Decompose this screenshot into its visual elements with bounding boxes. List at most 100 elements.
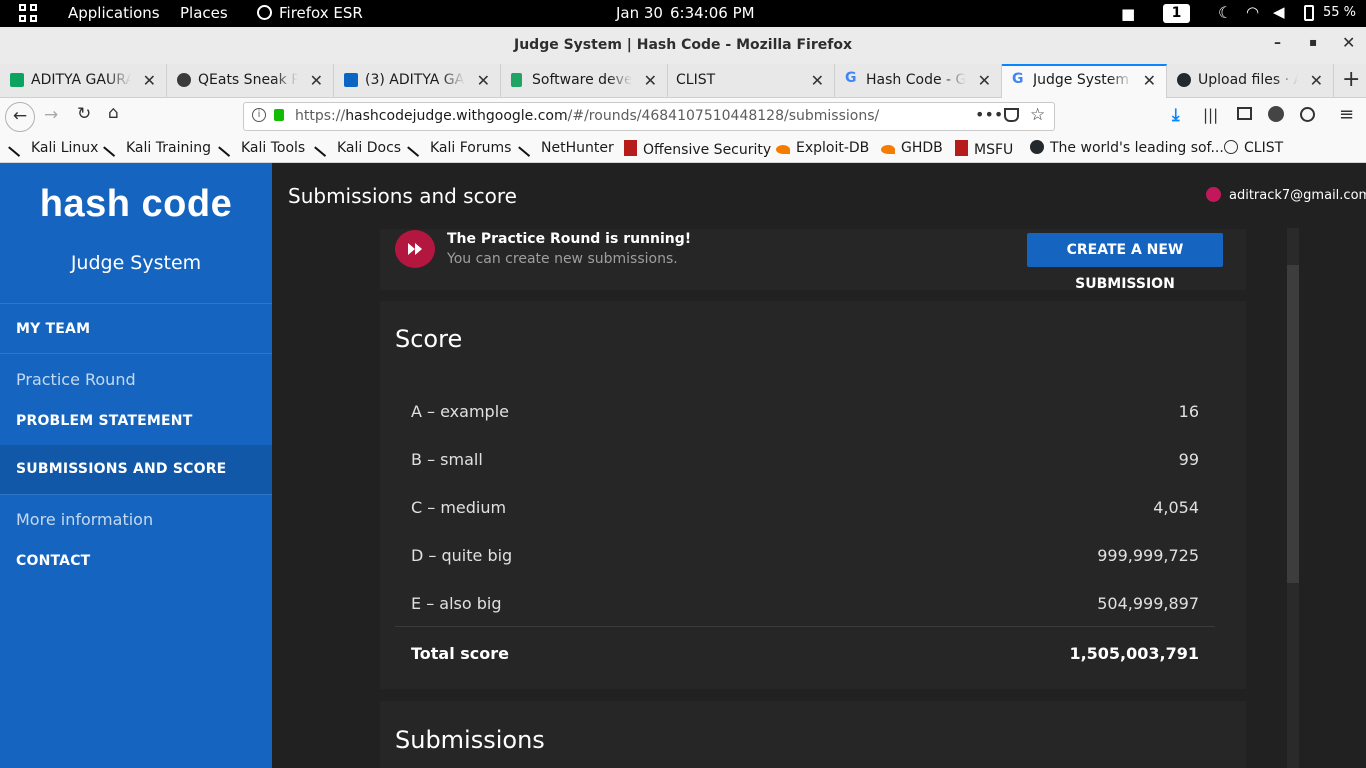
maximize-button[interactable]: ▪: [1309, 35, 1317, 49]
clock[interactable]: 6:34:06 PM: [670, 4, 755, 22]
globe-icon: [1224, 140, 1238, 154]
extension-icon[interactable]: [1268, 106, 1284, 122]
close-tab-icon[interactable]: ✕: [811, 71, 824, 90]
battery-icon[interactable]: [1304, 5, 1314, 21]
close-tab-icon[interactable]: ✕: [1310, 71, 1323, 90]
close-tab-icon[interactable]: ✕: [1143, 71, 1156, 90]
system-top-bar: Applications Places Firefox ESR Jan 30 6…: [0, 0, 1366, 27]
tab[interactable]: Upload files · Aditya ✕: [1167, 64, 1334, 97]
date[interactable]: Jan 30: [616, 4, 663, 22]
lock-icon[interactable]: [274, 109, 284, 121]
tab-active[interactable]: G Judge System | Hash Code ✕: [1002, 64, 1167, 98]
bookmark-item[interactable]: Offensive Security: [624, 140, 771, 158]
volume-icon[interactable]: ◀: [1273, 3, 1285, 21]
tab[interactable]: G Hash Code - Google ✕: [835, 64, 1002, 97]
close-tab-icon[interactable]: ✕: [310, 71, 323, 90]
score-row: E – also big 504,999,897: [395, 578, 1215, 626]
scrollbar-thumb[interactable]: [1287, 265, 1299, 583]
applications-menu[interactable]: Applications: [68, 4, 160, 22]
close-window-button[interactable]: ✕: [1342, 33, 1355, 52]
bookmark-item[interactable]: The world's leading sof...: [1030, 140, 1224, 156]
submissions-card: Submissions: [380, 701, 1246, 768]
places-menu[interactable]: Places: [180, 4, 228, 22]
sidebar-item-contact[interactable]: CONTACT: [16, 553, 90, 569]
bookmark-item[interactable]: Kali Forums: [407, 137, 511, 157]
score-row: B – small 99: [395, 434, 1215, 482]
tab[interactable]: (3) ADITYA GAURAV ✕: [334, 64, 501, 97]
bookmark-item[interactable]: Kali Tools: [218, 137, 305, 157]
minimize-button[interactable]: –: [1274, 35, 1281, 51]
google-icon: G: [1012, 71, 1024, 87]
page-actions-icon[interactable]: •••: [975, 105, 1003, 124]
user-account[interactable]: aditrack7@gmail.com: [1206, 187, 1366, 203]
kali-dragon-icon: [103, 137, 123, 157]
tab-favicon-icon: [10, 73, 24, 87]
submissions-title: Submissions: [395, 726, 545, 754]
bookmark-star-icon[interactable]: ☆: [1030, 105, 1045, 125]
tab[interactable]: CLIST ✕: [668, 64, 835, 97]
total-score-row: Total score 1,505,003,791: [395, 626, 1215, 674]
tab[interactable]: Software developer ✕: [501, 64, 668, 97]
close-tab-icon[interactable]: ✕: [143, 71, 156, 90]
night-mode-icon[interactable]: ☾: [1218, 3, 1232, 22]
bookmark-label: Offensive Security: [643, 142, 772, 158]
pocket-icon[interactable]: [1004, 108, 1019, 122]
app-grid-icon[interactable]: [19, 4, 38, 23]
sidebar-item-my-team[interactable]: MY TEAM: [16, 321, 90, 337]
create-submission-button[interactable]: CREATE A NEW SUBMISSION: [1027, 233, 1223, 292]
dataset-name: C – medium: [411, 498, 507, 517]
dataset-name: E – also big: [411, 594, 502, 613]
close-tab-icon[interactable]: ✕: [644, 71, 657, 90]
reload-button[interactable]: ↻: [77, 104, 91, 124]
bookmark-item[interactable]: Kali Docs: [314, 137, 401, 157]
divider: [0, 303, 272, 304]
tab-label: Software developer: [532, 72, 632, 88]
banner-title: The Practice Round is running!: [447, 231, 692, 247]
bookmark-item[interactable]: Kali Linux: [8, 137, 99, 157]
sidebar-subtitle: Judge System: [70, 252, 202, 274]
url-bar[interactable]: i https://hashcodejudge.withgoogle.com/#…: [243, 102, 1055, 131]
bookmark-item[interactable]: CLIST: [1224, 140, 1283, 156]
banner-subtitle: You can create new submissions.: [447, 251, 678, 267]
bookmark-item[interactable]: MSFU: [955, 140, 1013, 158]
bookmarks-toolbar: Kali Linux Kali Training Kali Tools Kali…: [0, 136, 1366, 163]
tab-label: ADITYA GAURAV: [31, 72, 131, 88]
kali-dragon-icon: [518, 137, 538, 157]
bookmark-label: GHDB: [901, 140, 943, 156]
divider: [0, 353, 272, 354]
close-tab-icon[interactable]: ✕: [477, 71, 490, 90]
sidebar-item-problem-statement[interactable]: PROBLEM STATEMENT: [16, 413, 192, 429]
home-button[interactable]: ⌂: [108, 103, 119, 123]
menu-icon[interactable]: ≡: [1339, 104, 1354, 125]
bookmark-item[interactable]: Exploit-DB: [776, 140, 869, 156]
bookmark-item[interactable]: NetHunter: [518, 137, 614, 157]
bookmark-label: Kali Linux: [31, 140, 99, 156]
tab[interactable]: QEats Sneak Peek ✕: [167, 64, 334, 97]
video-icon[interactable]: ■: [1121, 5, 1135, 23]
downloads-icon[interactable]: ⤓: [1172, 105, 1180, 125]
window-title: Judge System | Hash Code - Mozilla Firef…: [514, 37, 852, 53]
navigation-toolbar: ← → ↻ ⌂ i https://hashcodejudge.withgoog…: [0, 98, 1366, 136]
battery-level[interactable]: 55 %: [1323, 5, 1356, 20]
close-tab-icon[interactable]: ✕: [978, 71, 991, 90]
page-title: Submissions and score: [288, 184, 517, 208]
bookmark-item[interactable]: Kali Training: [103, 137, 211, 157]
dataset-score: 16: [1178, 402, 1199, 421]
back-button[interactable]: ←: [5, 102, 35, 132]
tab[interactable]: ADITYA GAURAV ✕: [0, 64, 167, 97]
forward-button[interactable]: →: [44, 105, 58, 125]
hash-code-logo[interactable]: hash code: [0, 183, 272, 226]
total-score-value: 1,505,003,791: [1069, 644, 1199, 663]
wifi-icon[interactable]: ◠: [1246, 3, 1259, 21]
new-tab-button[interactable]: +: [1342, 67, 1360, 92]
info-icon[interactable]: i: [252, 108, 266, 122]
active-app-menu[interactable]: Firefox ESR: [279, 4, 363, 22]
library-icon[interactable]: |||: [1203, 106, 1218, 124]
workspace-indicator[interactable]: 1: [1163, 4, 1190, 23]
bookmark-item[interactable]: GHDB: [881, 140, 943, 156]
dataset-score: 4,054: [1153, 498, 1199, 517]
account-icon[interactable]: [1300, 107, 1315, 122]
sidebar-item-submissions-and-score[interactable]: SUBMISSIONS AND SCORE: [16, 461, 226, 477]
sidebar-icon[interactable]: [1237, 107, 1252, 120]
google-icon: G: [845, 70, 857, 86]
